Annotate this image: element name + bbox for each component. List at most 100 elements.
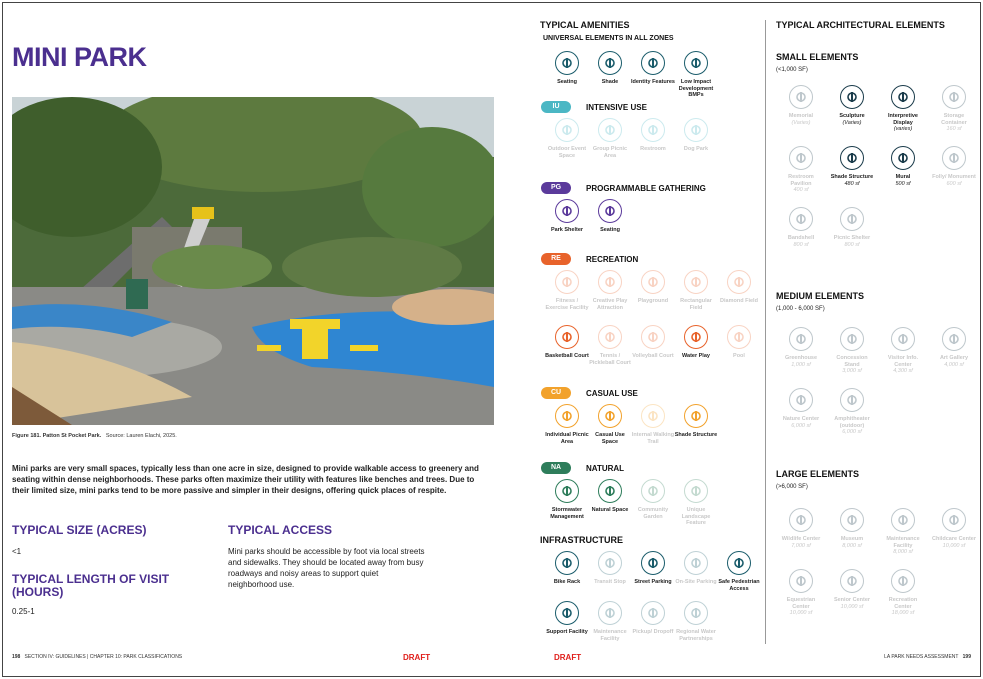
footer-right-text: LA PARK NEEDS ASSESSMENT [884, 654, 959, 660]
creative-play-attraction-icon [598, 270, 622, 294]
basketball-court-icon [555, 325, 579, 349]
amenity-name: Childcare Center [931, 536, 976, 542]
stormwater-management-icon [555, 479, 579, 503]
small-elements-heading: SMALL ELEMENTS [776, 52, 859, 62]
unique-landscape-feature-label: Unique Landscape Feature [673, 507, 719, 527]
museum-label: Museum 8,000 sf [829, 536, 875, 549]
amenity-name: Community Garden [637, 507, 669, 520]
playground-label: Playground [630, 298, 676, 305]
zone-name: NATURAL [586, 464, 625, 473]
element-size: (Varies) [791, 119, 811, 126]
group-picnic-area-label: Group Picnic Area [587, 146, 633, 159]
zone-name: INTENSIVE USE [586, 103, 647, 112]
equestrian-center-label: Equestrian Center 10,000 sf [778, 597, 824, 617]
picnic-shelter-icon [840, 207, 864, 231]
amenity-name: Support Facility [546, 629, 588, 635]
art-gallery-label: Art Gallery 4,000 sf [931, 355, 977, 368]
amenity-name: Safe Pedestrian Access [718, 579, 760, 592]
outdoor-event-space-label: Outdoor Event Space [544, 146, 590, 159]
element-size: (Varies) [842, 119, 862, 126]
sculpture-icon [840, 85, 864, 109]
element-size: 10,000 sf [840, 603, 864, 610]
amenity-name: Playground [637, 298, 669, 304]
bench-icon [555, 51, 579, 75]
amenity-name: Museum [840, 536, 864, 542]
volleyball-court-label: Volleyball Court [630, 353, 676, 360]
element-size: 480 sf [844, 180, 860, 187]
amenity-name: Visitor Info. Center [887, 355, 919, 368]
zone-badge-cu: CU [541, 387, 571, 399]
maintenance-facility-icon [891, 508, 915, 532]
tennis-pickleball-court-icon [598, 325, 622, 349]
size-value: <1 [12, 547, 22, 556]
amenity-name: Amphitheater (outdoor) [834, 416, 870, 429]
large-elements-range: (>6,000 SF) [776, 484, 808, 490]
park-shelter-label: Park Shelter [544, 227, 590, 234]
mural-icon [891, 146, 915, 170]
universal-heading: UNIVERSAL ELEMENTS IN ALL ZONES [543, 35, 674, 42]
element-size: 1,000 sf [791, 361, 811, 368]
group-picnic-area-icon [598, 118, 622, 142]
amenity-name: Stormwater Management [550, 507, 584, 520]
amenity-name: Bike Rack [553, 579, 581, 585]
safe-pedestrian-access-label: Safe Pedestrian Access [716, 579, 762, 592]
amenity-name: Memorial [788, 113, 814, 119]
leaf-water-icon [684, 51, 708, 75]
fitness-exercise-facility-icon [555, 270, 579, 294]
footer-right: LA PARK NEEDS ASSESSMENT 199 [884, 654, 971, 660]
zone-name: CASUAL USE [586, 389, 638, 398]
amenity-name: Recreation Center [888, 597, 918, 610]
page-title: MINI PARK [12, 42, 147, 72]
column-divider [765, 20, 766, 644]
diamond-field-label: Diamond Field [716, 298, 762, 305]
amenity-name: On-Site Parking [675, 579, 717, 585]
amphitheater-outdoor-label: Amphitheater (outdoor) 6,000 sf [829, 416, 875, 436]
amphitheater-outdoor-icon [840, 388, 864, 412]
footer-left: 198 SECTION IV: GUIDELINES | CHAPTER 10:… [12, 654, 182, 660]
amenity-name: Storage Container [941, 113, 967, 126]
element-size: 600 sf [946, 180, 962, 187]
community-garden-icon [641, 479, 665, 503]
element-size: 400 sf [793, 187, 809, 193]
amenity-name: Restroom Pavilion [788, 174, 814, 187]
amenity-name: Natural Space [591, 507, 629, 513]
element-size: 8,000 sf [842, 542, 862, 549]
medium-elements-range: (1,000 - 6,000 SF) [776, 306, 825, 312]
amenity-name: Bandshell [787, 235, 815, 241]
element-size: 500 sf [895, 180, 911, 187]
visit-heading: TYPICAL LENGTH OF VISIT (HOURS) [12, 572, 170, 599]
maintenance-facility-label: Maintenance Facility [587, 629, 633, 642]
element-size: 6,000 sf [842, 429, 862, 435]
individual-picnic-area-label: Individual Picnic Area [544, 432, 590, 445]
water-play-label: Water Play [673, 353, 719, 360]
greenhouse-label: Greenhouse 1,000 sf [778, 355, 824, 368]
amenity-name: Regional Water Partnerships [676, 629, 716, 642]
memorial-label: Memorial (Varies) [778, 113, 824, 126]
caption-source: Source: Lauren Elachi, 2025. [105, 433, 177, 439]
picnic-shelter-label: Picnic Shelter 800 sf [829, 235, 875, 248]
access-heading: TYPICAL ACCESS [228, 523, 333, 537]
park-photo [12, 97, 494, 425]
element-size: 10,000 sf [942, 542, 966, 549]
low-impact-development-bmps-label: Low Impact Development BMPs [673, 79, 719, 99]
large-elements-heading: LARGE ELEMENTS [776, 469, 860, 479]
draft-label-right: DRAFT [554, 653, 582, 662]
memorial-icon [789, 85, 813, 109]
element-size: 800 sf [793, 241, 809, 248]
intro-paragraph: Mini parks are very small spaces, typica… [12, 464, 479, 495]
transit-stop-icon [598, 551, 622, 575]
playground-icon [641, 270, 665, 294]
wildlife-center-icon [789, 508, 813, 532]
amenity-name: Street Parking [634, 579, 672, 585]
concession-stand-label: Concession Stand 3,000 sf [829, 355, 875, 375]
pool-label: Pool [716, 353, 762, 360]
badge-icon [641, 51, 665, 75]
unique-landscape-feature-icon [684, 479, 708, 503]
element-size: 3,000 sf [842, 368, 862, 374]
tennis-pickleball-court-label: Tennis / Pickleball Court [587, 353, 633, 366]
dog-park-label: Dog Park [673, 146, 719, 153]
identity-features-label: Identity Features [630, 79, 676, 86]
diamond-field-icon [727, 270, 751, 294]
natural-space-label: Natural Space [587, 507, 633, 514]
regional-water-partnerships-label: Regional Water Partnerships [673, 629, 719, 642]
